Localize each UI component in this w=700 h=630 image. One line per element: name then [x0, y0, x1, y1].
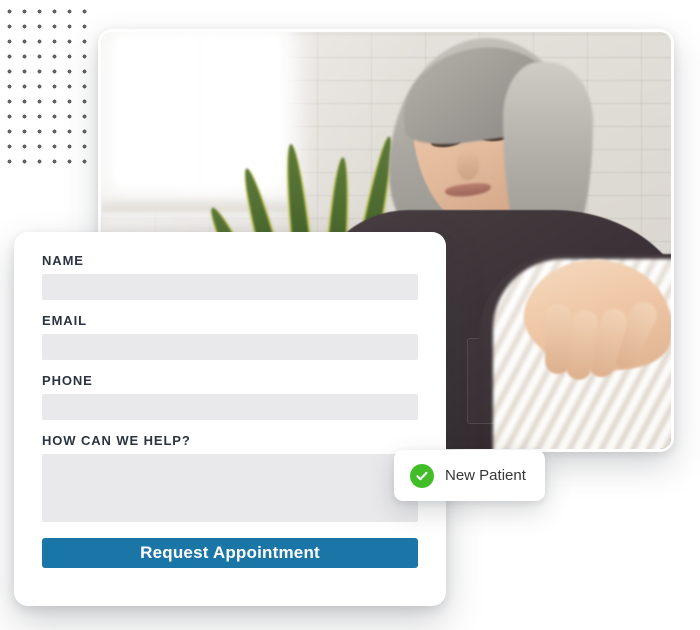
- field-label-message: HOW CAN WE HELP?: [42, 433, 191, 448]
- field-phone: PHONE: [42, 374, 418, 420]
- new-patient-badge: New Patient: [394, 450, 545, 501]
- phone-input[interactable]: [42, 394, 418, 420]
- new-patient-label: New Patient: [445, 467, 526, 484]
- dot-grid-pattern: [2, 4, 94, 172]
- check-circle-icon: [410, 463, 434, 488]
- appointment-form: NAME EMAIL PHONE HOW CAN WE HELP? Reques…: [14, 232, 446, 568]
- appointment-form-card: NAME EMAIL PHONE HOW CAN WE HELP? Reques…: [14, 232, 446, 606]
- message-textarea[interactable]: [42, 454, 418, 522]
- screenshot-stage: NAME EMAIL PHONE HOW CAN WE HELP? Reques…: [0, 0, 700, 630]
- field-message: HOW CAN WE HELP?: [42, 434, 418, 522]
- field-label-phone: PHONE: [42, 373, 93, 388]
- field-label-email: EMAIL: [42, 313, 87, 328]
- window-pane-left: [115, 36, 197, 186]
- name-input[interactable]: [42, 274, 418, 300]
- email-input[interactable]: [42, 334, 418, 360]
- request-appointment-button[interactable]: Request Appointment: [42, 538, 418, 568]
- field-email: EMAIL: [42, 314, 418, 360]
- field-name: NAME: [42, 254, 418, 300]
- field-label-name: NAME: [42, 253, 84, 268]
